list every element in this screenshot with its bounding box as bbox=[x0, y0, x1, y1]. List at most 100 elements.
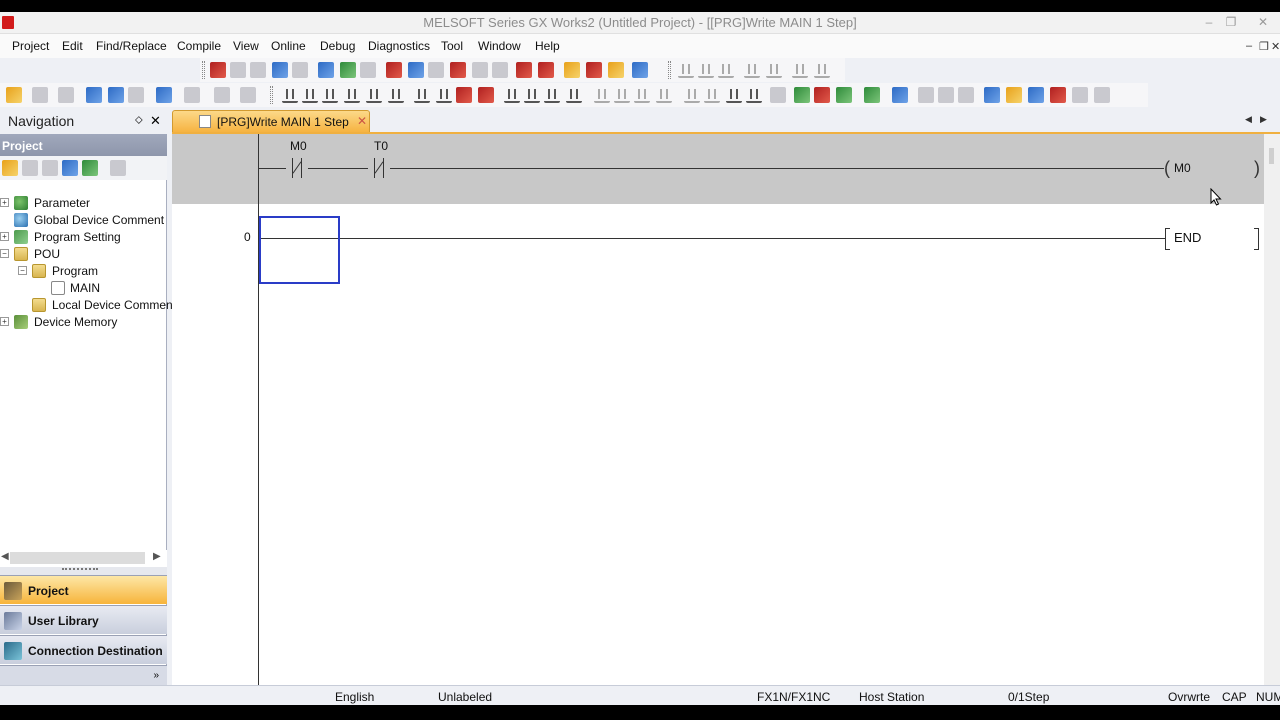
inversion-icon[interactable] bbox=[746, 87, 762, 103]
convert-icon[interactable] bbox=[360, 62, 376, 78]
project-view-icon[interactable] bbox=[6, 87, 22, 103]
inline-st-icon[interactable] bbox=[770, 87, 786, 103]
clock-icon[interactable] bbox=[214, 87, 230, 103]
open-contact-icon[interactable] bbox=[282, 87, 298, 103]
comment-edit-icon[interactable] bbox=[608, 62, 624, 78]
rising-pulse-icon[interactable] bbox=[504, 87, 520, 103]
block-icon[interactable] bbox=[128, 87, 144, 103]
menu-compile[interactable]: Compile bbox=[177, 39, 221, 53]
pane-connection-destination-button[interactable]: Connection Destination bbox=[0, 635, 167, 664]
editor-vertical-scrollbar[interactable] bbox=[1264, 134, 1280, 694]
menu-debug[interactable]: Debug bbox=[320, 39, 355, 53]
display-icon[interactable] bbox=[632, 62, 648, 78]
zoom-icon[interactable] bbox=[156, 87, 172, 103]
refresh-icon[interactable] bbox=[82, 160, 98, 176]
tab-prg-write-main[interactable]: [PRG]Write MAIN 1 Step ✕ bbox=[172, 110, 370, 132]
properties-icon[interactable] bbox=[62, 160, 78, 176]
mdi-close-button[interactable]: ✕ bbox=[1271, 40, 1280, 53]
ladder-gray-icon[interactable] bbox=[766, 62, 782, 78]
magnifier-icon[interactable] bbox=[1094, 87, 1110, 103]
menu-project[interactable]: Project bbox=[12, 39, 49, 53]
cross-ref-icon[interactable] bbox=[586, 62, 602, 78]
device-test-icon[interactable] bbox=[538, 62, 554, 78]
minimize-button[interactable]: – bbox=[1200, 14, 1218, 30]
tab-close-icon[interactable]: ✕ bbox=[357, 114, 367, 128]
note-icon[interactable] bbox=[918, 87, 934, 103]
pin-icon[interactable]: ⬦ bbox=[135, 114, 143, 127]
ladder-editor[interactable]: M0 T0 ( M0 ) 0 END bbox=[172, 132, 1280, 694]
collapse-icon[interactable]: − bbox=[18, 266, 27, 275]
application-instruction-icon[interactable] bbox=[388, 87, 404, 103]
expand-icon[interactable]: + bbox=[0, 232, 9, 241]
parallel-falling-icon[interactable] bbox=[566, 87, 582, 103]
read-plc-icon[interactable] bbox=[408, 62, 424, 78]
line-icon[interactable] bbox=[984, 87, 1000, 103]
ladder-edit-rung[interactable]: M0 T0 ( M0 ) bbox=[172, 134, 1264, 204]
tree-settings-icon[interactable] bbox=[110, 160, 126, 176]
window-icon[interactable] bbox=[58, 87, 74, 103]
toolbar-grip[interactable] bbox=[202, 61, 205, 79]
menu-tool[interactable]: Tool bbox=[441, 39, 463, 53]
redo-icon[interactable] bbox=[292, 62, 308, 78]
delete-vertical-icon[interactable] bbox=[478, 87, 494, 103]
menu-help[interactable]: Help bbox=[535, 39, 560, 53]
operation-result-icon[interactable] bbox=[726, 87, 742, 103]
copy-data-icon[interactable] bbox=[22, 160, 38, 176]
menu-diagnostics[interactable]: Diagnostics bbox=[368, 39, 430, 53]
pane-splitter[interactable] bbox=[0, 567, 167, 575]
find-icon[interactable] bbox=[564, 62, 580, 78]
monitor-mode-icon[interactable] bbox=[836, 87, 852, 103]
replace-icon[interactable] bbox=[1050, 87, 1066, 103]
coil-device-label[interactable]: M0 bbox=[1174, 161, 1191, 175]
close-navigation-icon[interactable]: ✕ bbox=[150, 113, 161, 129]
ladder-gray-icon[interactable] bbox=[718, 62, 734, 78]
ladder-gray-icon[interactable] bbox=[684, 87, 700, 103]
expand-icon[interactable]: + bbox=[0, 317, 9, 326]
horizontal-line-icon[interactable] bbox=[414, 87, 430, 103]
ladder-gray-icon[interactable] bbox=[698, 62, 714, 78]
mdi-restore-button[interactable]: ❐ bbox=[1259, 40, 1269, 53]
vertical-line-icon[interactable] bbox=[436, 87, 452, 103]
monitor-stop-icon[interactable] bbox=[472, 62, 488, 78]
ladder-gray-icon[interactable] bbox=[792, 62, 808, 78]
delete-line-icon[interactable] bbox=[456, 87, 472, 103]
navigation-horizontal-scrollbar[interactable]: ◀ ▶ bbox=[0, 550, 167, 567]
chevron-double-icon[interactable]: » bbox=[153, 670, 159, 681]
monitor-write-icon[interactable] bbox=[492, 62, 508, 78]
pane-project-button[interactable]: Project bbox=[0, 575, 167, 604]
device-icon[interactable] bbox=[318, 62, 334, 78]
statement-icon[interactable] bbox=[892, 87, 908, 103]
cut-icon[interactable] bbox=[210, 62, 226, 78]
mode-icon[interactable] bbox=[184, 87, 200, 103]
write-mode-icon[interactable] bbox=[814, 87, 830, 103]
menu-find-replace[interactable]: Find/Replace bbox=[96, 39, 167, 53]
binoculars-icon[interactable] bbox=[240, 87, 256, 103]
copy-icon[interactable] bbox=[230, 62, 246, 78]
navigation-icon[interactable] bbox=[32, 87, 48, 103]
mdi-minimize-button[interactable]: – bbox=[1246, 40, 1252, 52]
device-batch-icon[interactable] bbox=[516, 62, 532, 78]
search-device-icon[interactable] bbox=[1028, 87, 1044, 103]
toolbar-grip[interactable] bbox=[270, 86, 273, 104]
ladder-gray-icon[interactable] bbox=[678, 62, 694, 78]
parallel-open-contact-icon[interactable] bbox=[302, 87, 318, 103]
tab-scroll-right-icon[interactable]: ▶ bbox=[1260, 114, 1267, 125]
ladder-gray-icon[interactable] bbox=[744, 62, 760, 78]
write-plc-icon[interactable] bbox=[386, 62, 402, 78]
normally-closed-contact[interactable] bbox=[286, 158, 308, 178]
closed-contact-icon[interactable] bbox=[322, 87, 338, 103]
new-data-icon[interactable] bbox=[2, 160, 18, 176]
verify-icon[interactable] bbox=[450, 62, 466, 78]
tab-scroll-left-icon[interactable]: ◀ bbox=[1245, 114, 1252, 125]
undo-icon[interactable] bbox=[272, 62, 288, 78]
ladder-gray-icon[interactable] bbox=[634, 87, 650, 103]
paste-icon[interactable] bbox=[250, 62, 266, 78]
scroll-left-icon[interactable]: ◀ bbox=[1, 551, 9, 562]
ladder-gray-icon[interactable] bbox=[614, 87, 630, 103]
compile-icon[interactable] bbox=[340, 62, 356, 78]
expand-icon[interactable]: + bbox=[0, 198, 9, 207]
device-comment-icon[interactable] bbox=[108, 87, 124, 103]
normally-closed-contact[interactable] bbox=[368, 158, 390, 178]
read-mode-icon[interactable] bbox=[794, 87, 810, 103]
screen-icon[interactable] bbox=[1072, 87, 1088, 103]
